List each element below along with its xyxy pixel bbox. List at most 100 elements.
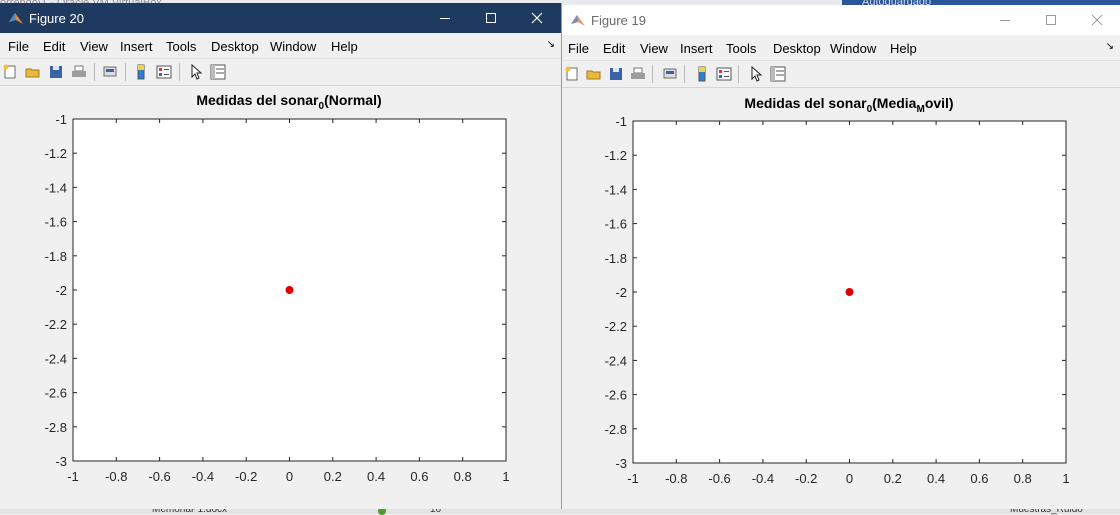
legend-icon [716, 67, 732, 81]
scatter-chart[interactable]: -1 -0.8 -0.6 -0.4 -0.2 0 0.2 0.4 0.6 0.8 1 -1 -1.2 -1… [562, 87, 1120, 509]
y-tick-label: -1.4 [45, 180, 67, 195]
legend-icon [156, 65, 172, 79]
y-tick-label: -3 [55, 454, 67, 469]
minimize-icon [1000, 20, 1010, 21]
y-tick-label: -1.2 [605, 148, 627, 163]
legend-button[interactable] [154, 62, 174, 82]
menu-help[interactable]: Help [890, 41, 917, 56]
y-tick-label: -2 [55, 283, 67, 298]
property-inspector-button[interactable] [768, 64, 788, 84]
print-button[interactable] [69, 62, 89, 82]
window-title: Figure 19 [591, 13, 646, 28]
menu-desktop[interactable]: Desktop [211, 39, 259, 54]
new-figure-button[interactable] [0, 62, 20, 82]
cursor-arrow-icon [191, 64, 203, 80]
menu-help[interactable]: Help [331, 39, 358, 54]
dock-arrow-icon[interactable]: ↘ [1106, 41, 1114, 52]
open-folder-icon [586, 70, 601, 80]
open-file-button[interactable] [23, 62, 43, 82]
colorbar-button[interactable] [131, 62, 151, 82]
close-icon [1091, 14, 1103, 26]
menu-insert[interactable]: Insert [120, 39, 153, 54]
x-tick-label: -0.8 [105, 469, 127, 484]
print-preview-icon [103, 66, 117, 77]
menu-window[interactable]: Window [270, 39, 316, 54]
save-button[interactable] [46, 62, 66, 82]
menu-file[interactable]: File [568, 41, 589, 56]
y-tick-label: -1.6 [45, 215, 67, 230]
y-tick-label: -1.2 [45, 146, 67, 161]
y-tick-label: -1.8 [605, 251, 627, 266]
toolbar-separator [684, 65, 685, 83]
close-button[interactable] [1074, 5, 1120, 35]
print-preview-button[interactable] [100, 62, 120, 82]
minimize-button[interactable] [982, 5, 1028, 35]
figure-19-window[interactable]: Figure 19 File Edit View Insert Tools De… [562, 5, 1120, 509]
y-tick-label: -3 [615, 456, 627, 471]
toolbar-separator [94, 63, 95, 81]
new-document-icon [3, 64, 16, 79]
colorbar-icon [698, 66, 706, 82]
print-button[interactable] [628, 64, 648, 84]
figure-toolbar [562, 61, 1120, 88]
menu-view[interactable]: View [640, 41, 668, 56]
y-tick-label: -2.6 [45, 386, 67, 401]
menu-edit[interactable]: Edit [43, 39, 65, 54]
open-file-button[interactable] [584, 64, 604, 84]
save-button[interactable] [606, 64, 626, 84]
menu-edit[interactable]: Edit [603, 41, 625, 56]
x-tick-label: 0.8 [454, 469, 472, 484]
x-tick-label: -1 [627, 471, 639, 486]
x-tick-label: -1 [67, 469, 79, 484]
x-tick-label: 0 [286, 469, 293, 484]
x-tick-label: 0.6 [970, 471, 988, 486]
x-tick-label: -0.4 [752, 471, 774, 486]
edit-plot-button[interactable] [186, 62, 206, 82]
property-inspector-button[interactable] [208, 62, 228, 82]
edit-plot-button[interactable] [746, 64, 766, 84]
axes-area[interactable]: Medidas del sonar0(MediaMovil) -1 -0.8 -0.… [562, 87, 1120, 509]
figure-20-window[interactable]: Figure 20 File Edit View Insert Tools De… [0, 3, 562, 509]
title-bar[interactable]: Figure 19 [562, 5, 1120, 35]
menu-file[interactable]: File [8, 39, 29, 54]
menu-view[interactable]: View [80, 39, 108, 54]
x-tick-label: -0.6 [708, 471, 730, 486]
menu-window[interactable]: Window [830, 41, 876, 56]
toolbar-separator [125, 63, 126, 81]
menu-tools[interactable]: Tools [166, 39, 196, 54]
close-button[interactable] [514, 3, 560, 33]
y-tick-label: -1 [55, 112, 67, 127]
new-figure-button[interactable] [562, 64, 582, 84]
menu-insert[interactable]: Insert [680, 41, 713, 56]
x-tick-label: 0.4 [367, 469, 385, 484]
axes-area[interactable]: Medidas del sonar0(Normal) -1 -0.8 -0.6 -0.… [0, 88, 561, 509]
window-title: Figure 20 [29, 11, 84, 26]
maximize-button[interactable] [468, 3, 514, 33]
y-tick-label: -2.8 [45, 420, 67, 435]
menu-desktop[interactable]: Desktop [773, 41, 821, 56]
dock-arrow-icon[interactable]: ↘ [547, 39, 555, 50]
menu-bar: File Edit View Insert Tools Desktop Wind… [562, 35, 1120, 61]
maximize-icon [1046, 15, 1056, 25]
y-tick-label: -2 [615, 285, 627, 300]
maximize-button[interactable] [1028, 5, 1074, 35]
legend-button[interactable] [714, 64, 734, 84]
print-preview-button[interactable] [660, 64, 680, 84]
menu-tools[interactable]: Tools [726, 41, 756, 56]
cursor-arrow-icon [751, 66, 763, 82]
x-tick-label: 0.4 [927, 471, 945, 486]
matlab-logo-icon [571, 15, 585, 26]
scatter-chart[interactable]: -1 -0.8 -0.6 -0.4 -0.2 0 0.2 0.4 0.6 0.8 1 -1 -1.2 -1… [0, 88, 561, 509]
x-tick-label: 0.2 [884, 471, 902, 486]
x-tick-label: 1 [1062, 471, 1069, 486]
close-icon [531, 12, 543, 24]
colorbar-button[interactable] [692, 64, 712, 84]
minimize-icon [440, 18, 450, 19]
y-tick-label: -2.4 [45, 351, 67, 366]
x-tick-label: -0.2 [795, 471, 817, 486]
title-bar[interactable]: Figure 20 [0, 3, 561, 33]
figure-toolbar [0, 59, 561, 86]
minimize-button[interactable] [422, 3, 468, 33]
open-folder-icon [25, 68, 40, 78]
print-preview-icon [663, 68, 677, 79]
